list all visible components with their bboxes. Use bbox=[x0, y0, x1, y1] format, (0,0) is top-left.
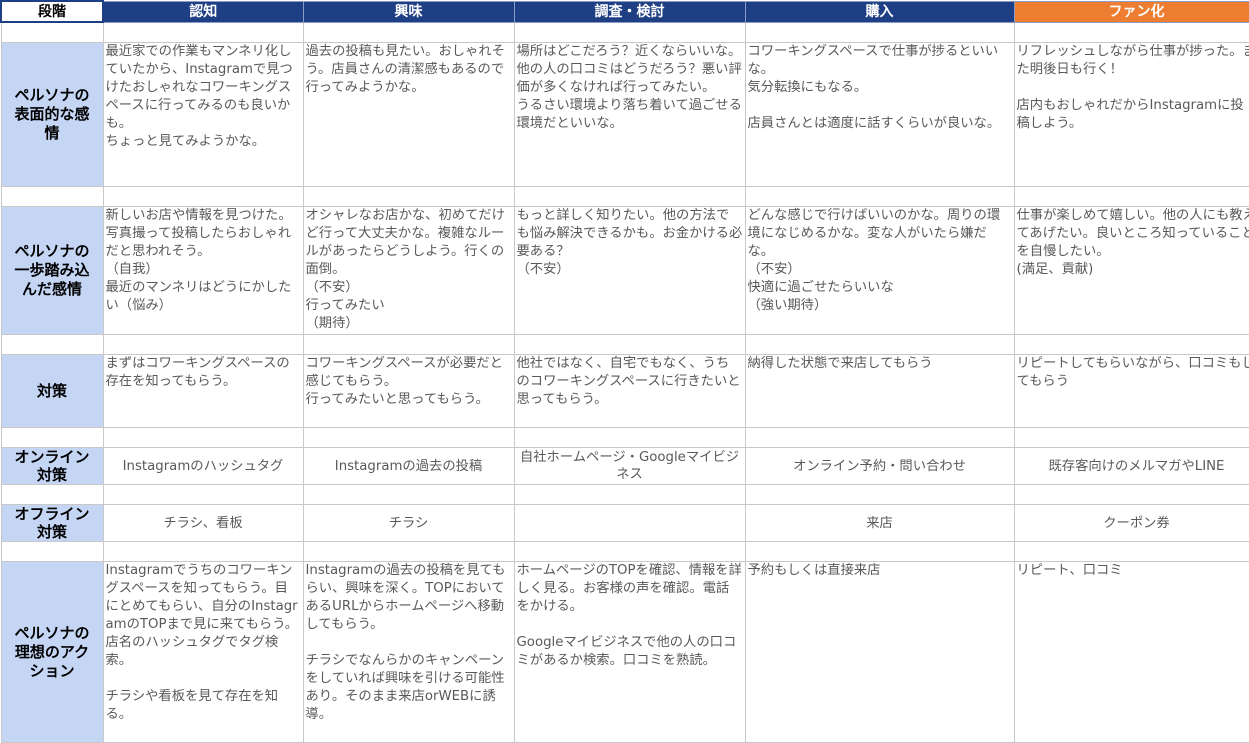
empty-cell[interactable] bbox=[102, 484, 304, 505]
empty-cell[interactable] bbox=[302, 186, 515, 207]
row-label-ideal-action[interactable]: ペルソナの 理想のアク ション bbox=[0, 561, 104, 743]
row-label-offline-measures[interactable]: オフライン 対策 bbox=[0, 504, 104, 542]
cell-surface-research[interactable]: 場所はどこだろう？近くならいいな。 他の人の口コミはどうだろう？悪い評価が多くなけ… bbox=[513, 42, 746, 187]
spacer-row bbox=[0, 186, 1249, 207]
cell-offline-research[interactable] bbox=[513, 504, 746, 542]
cell-measures-research[interactable]: 他社ではなく、自宅でもなく、うちのコワーキングスペースに行きたいと思ってもらう。 bbox=[513, 354, 746, 428]
cell-measures-interest[interactable]: コワーキングスペースが必要だと感じてもらう。 行ってみたいと思ってもらう。 bbox=[302, 354, 515, 428]
empty-cell[interactable] bbox=[102, 186, 304, 207]
cell-deep-purchase[interactable]: どんな感じで行けばいいのかな。周りの環境になじめるかな。変な人がいたら嫌だな。（… bbox=[744, 206, 1015, 335]
cell-offline-interest[interactable]: チラシ bbox=[302, 504, 515, 542]
cell-surface-fan[interactable]: リフレッシュしながら仕事が捗った。また明後日も行く！ 店内もおしゃれだからInst… bbox=[1013, 42, 1249, 187]
cell-surface-purchase[interactable]: コワーキングスペースで仕事が捗るといいな。 気分転換にもなる。 店員さんとは適度に話… bbox=[744, 42, 1015, 187]
empty-cell[interactable] bbox=[0, 334, 104, 355]
row-offline-measures: オフライン 対策 チラシ、看板 チラシ 来店 クーポン券 bbox=[0, 504, 1249, 542]
header-cell-stage[interactable]: 段階 bbox=[0, 0, 104, 23]
cell-offline-purchase[interactable]: 来店 bbox=[744, 504, 1015, 542]
empty-cell[interactable] bbox=[744, 21, 1015, 43]
empty-cell[interactable] bbox=[513, 334, 746, 355]
row-label-measures[interactable]: 対策 bbox=[0, 354, 104, 428]
empty-cell[interactable] bbox=[302, 427, 515, 448]
empty-cell[interactable] bbox=[744, 427, 1015, 448]
cell-measures-fan[interactable]: リピートしてもらいながら、口コミもしてもらう bbox=[1013, 354, 1249, 428]
empty-cell[interactable] bbox=[744, 334, 1015, 355]
row-measures: 対策 まずはコワーキングスペースの存在を知ってもらう。 コワーキングスペースが必… bbox=[0, 354, 1249, 428]
empty-cell[interactable] bbox=[102, 334, 304, 355]
row-ideal-action: ペルソナの 理想のアク ション Instagramでうちのコワーキングスペースを知っ… bbox=[0, 561, 1249, 743]
empty-cell[interactable] bbox=[1013, 484, 1249, 505]
cell-deep-research[interactable]: もっと詳しく知りたい。他の方法でも悩み解決できるかも。お金かける必要ある？ （不安… bbox=[513, 206, 746, 335]
empty-cell[interactable] bbox=[1013, 21, 1249, 43]
empty-cell[interactable] bbox=[302, 334, 515, 355]
header-cell-awareness[interactable]: 認知 bbox=[102, 0, 304, 23]
empty-cell[interactable] bbox=[1013, 427, 1249, 448]
spacer-row bbox=[0, 21, 1249, 43]
row-online-measures: オンライン 対策 Instagramのハッシュタグ Instagramの過去の投稿… bbox=[0, 447, 1249, 485]
header-cell-research[interactable]: 調査・検討 bbox=[513, 0, 746, 23]
empty-cell[interactable] bbox=[513, 484, 746, 505]
row-deep-emotion: ペルソナの 一歩踏み込 んだ感情 新しいお店や情報を見つけた。写真撮って投稿したらお… bbox=[0, 206, 1249, 335]
cell-surface-interest[interactable]: 過去の投稿も見たい。おしゃれそう。店員さんの清潔感もあるので行ってみようかな。 bbox=[302, 42, 515, 187]
header-cell-fan[interactable]: ファン化 bbox=[1013, 0, 1249, 23]
empty-cell[interactable] bbox=[0, 427, 104, 448]
empty-cell[interactable] bbox=[744, 541, 1015, 562]
header-cell-interest[interactable]: 興味 bbox=[302, 0, 515, 23]
cell-online-interest[interactable]: Instagramの過去の投稿 bbox=[302, 447, 515, 485]
row-label-online-measures[interactable]: オンライン 対策 bbox=[0, 447, 104, 485]
empty-cell[interactable] bbox=[1013, 334, 1249, 355]
empty-cell[interactable] bbox=[513, 541, 746, 562]
empty-cell[interactable] bbox=[513, 21, 746, 43]
empty-cell[interactable] bbox=[102, 427, 304, 448]
empty-cell[interactable] bbox=[0, 186, 104, 207]
header-cell-purchase[interactable]: 購入 bbox=[744, 0, 1015, 23]
row-surface-emotion: ペルソナの 表面的な感情 最近家での作業もマンネリ化していたから、Instagra… bbox=[0, 42, 1249, 187]
empty-cell[interactable] bbox=[513, 186, 746, 207]
empty-cell[interactable] bbox=[102, 21, 304, 43]
cell-deep-interest[interactable]: オシャレなお店かな、初めてだけど行って大丈夫かな。複雑なルールがあったらどうしよ… bbox=[302, 206, 515, 335]
empty-cell[interactable] bbox=[1013, 186, 1249, 207]
cell-measures-awareness[interactable]: まずはコワーキングスペースの存在を知ってもらう。 bbox=[102, 354, 304, 428]
cell-deep-awareness[interactable]: 新しいお店や情報を見つけた。写真撮って投稿したらおしゃれだと思われそう。 （自我）… bbox=[102, 206, 304, 335]
cell-action-interest[interactable]: Instagramの過去の投稿を見てもらい、興味を深く。TOPにおいてあるURL… bbox=[302, 561, 515, 743]
empty-cell[interactable] bbox=[302, 21, 515, 43]
journey-map-sheet: 段階 認知 興味 調査・検討 購入 ファン化 ペルソナの 表面的な感情 最近家での… bbox=[0, 0, 1249, 743]
spacer-row bbox=[0, 427, 1249, 448]
cell-action-purchase[interactable]: 予約もしくは直接来店 bbox=[744, 561, 1015, 743]
cell-online-purchase[interactable]: オンライン予約・問い合わせ bbox=[744, 447, 1015, 485]
cell-online-awareness[interactable]: Instagramのハッシュタグ bbox=[102, 447, 304, 485]
cell-action-research[interactable]: ホームページのTOPを確認、情報を詳しく見る。お客様の声を確認。電話をかける。 G… bbox=[513, 561, 746, 743]
empty-cell[interactable] bbox=[513, 427, 746, 448]
row-label-surface-emotion[interactable]: ペルソナの 表面的な感情 bbox=[0, 42, 104, 187]
row-label-deep-emotion[interactable]: ペルソナの 一歩踏み込 んだ感情 bbox=[0, 206, 104, 335]
spacer-row bbox=[0, 541, 1249, 562]
cell-offline-awareness[interactable]: チラシ、看板 bbox=[102, 504, 304, 542]
empty-cell[interactable] bbox=[0, 541, 104, 562]
empty-cell[interactable] bbox=[0, 21, 104, 43]
empty-cell[interactable] bbox=[0, 484, 104, 505]
empty-cell[interactable] bbox=[302, 541, 515, 562]
empty-cell[interactable] bbox=[744, 484, 1015, 505]
spacer-row bbox=[0, 484, 1249, 505]
cell-deep-fan[interactable]: 仕事が楽しめて嬉しい。他の人にも教えてあげたい。良いところ知っていることを自慢し… bbox=[1013, 206, 1249, 335]
cell-online-fan[interactable]: 既存客向けのメルマガやLINE bbox=[1013, 447, 1249, 485]
cell-action-awareness[interactable]: Instagramでうちのコワーキングスペースを知ってもらう。目にとめてもらい、… bbox=[102, 561, 304, 743]
empty-cell[interactable] bbox=[302, 484, 515, 505]
cell-action-fan[interactable]: リピート、口コミ bbox=[1013, 561, 1249, 743]
header-row: 段階 認知 興味 調査・検討 購入 ファン化 bbox=[0, 0, 1249, 23]
cell-surface-awareness[interactable]: 最近家での作業もマンネリ化していたから、Instagramで見つけたおしゃれなコ… bbox=[102, 42, 304, 187]
cell-offline-fan[interactable]: クーポン券 bbox=[1013, 504, 1249, 542]
cell-online-research[interactable]: 自社ホームページ・Googleマイビジネス bbox=[513, 447, 746, 485]
cell-measures-purchase[interactable]: 納得した状態で来店してもらう bbox=[744, 354, 1015, 428]
spacer-row bbox=[0, 334, 1249, 355]
empty-cell[interactable] bbox=[102, 541, 304, 562]
empty-cell[interactable] bbox=[744, 186, 1015, 207]
empty-cell[interactable] bbox=[1013, 541, 1249, 562]
